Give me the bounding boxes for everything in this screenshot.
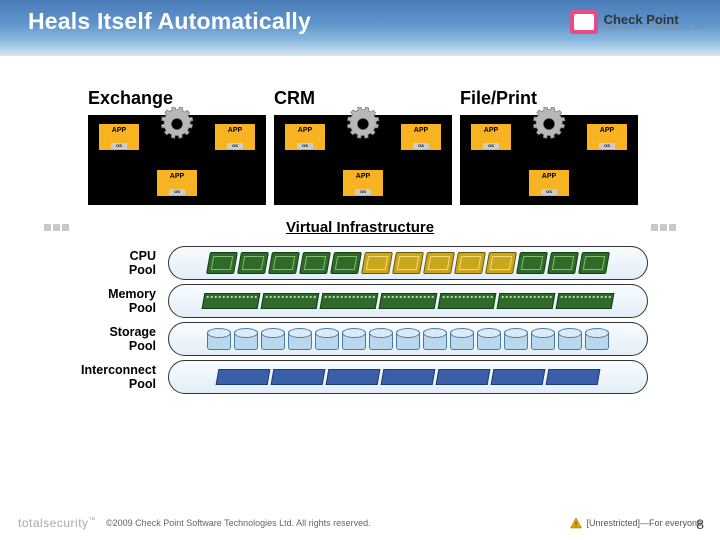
os-label: OS <box>355 189 371 195</box>
app-box: APP OS <box>214 123 256 151</box>
pool-label: Storage <box>109 325 156 339</box>
vm-group-crm: APP OS APP OS APP OS <box>274 115 452 205</box>
logo-text: Check Point <box>604 13 706 26</box>
vendor-logo: Check Point SOFTWARE TECHNOLOGIES LTD. <box>570 10 706 34</box>
os-label: OS <box>227 143 243 149</box>
app-label: APP <box>484 127 498 134</box>
app-box: APP OS <box>284 123 326 151</box>
app-label: APP <box>414 127 428 134</box>
logo-subtext: SOFTWARE TECHNOLOGIES LTD. <box>604 26 706 32</box>
pool-label: Pool <box>129 263 156 277</box>
footer-classification: [Unrestricted]—For everyone <box>570 517 702 529</box>
interconnect-pool-box <box>168 360 648 394</box>
dots-icon <box>651 224 676 231</box>
app-label: APP <box>298 127 312 134</box>
storage-pool-box <box>168 322 648 356</box>
cpu-pool-box <box>168 246 648 280</box>
pool-label: Pool <box>129 377 156 391</box>
diagram-stage: Exchange CRM File/Print APP OS APP OS APP O… <box>0 56 720 394</box>
os-label: OS <box>111 143 127 149</box>
gear-icon <box>160 107 194 141</box>
pool-row-interconnect: InterconnectPool <box>20 360 700 394</box>
footer-copyright: ©2009 Check Point Software Technologies … <box>106 518 570 528</box>
app-box: APP OS <box>586 123 628 151</box>
logo-badge-icon <box>570 10 598 34</box>
app-label: APP <box>542 173 556 180</box>
footer-brand: totalsecurity™ <box>18 516 96 530</box>
app-box: APP OS <box>156 169 198 197</box>
slide-footer: totalsecurity™ ©2009 Check Point Softwar… <box>0 506 720 540</box>
os-label: OS <box>297 143 313 149</box>
os-label: OS <box>169 189 185 195</box>
page-number: 8 <box>696 516 704 532</box>
pool-label: Pool <box>129 339 156 353</box>
pool-row-memory: MemoryPool <box>20 284 700 318</box>
group-label-fileprint: File/Print <box>460 88 646 109</box>
memory-pool-box <box>168 284 648 318</box>
app-label: APP <box>170 173 184 180</box>
pool-label: Interconnect <box>81 363 156 377</box>
os-label: OS <box>413 143 429 149</box>
gear-icon <box>346 107 380 141</box>
slide-header: Heals Itself Automatically Check Point S… <box>0 0 720 56</box>
virtual-infra-label: Virtual Infrastructure <box>69 219 651 236</box>
pool-label: Pool <box>129 301 156 315</box>
os-label: OS <box>541 189 557 195</box>
pool-row-cpu: CPUPool <box>20 246 700 280</box>
app-box: APP OS <box>470 123 512 151</box>
vm-group-exchange: APP OS APP OS APP OS <box>88 115 266 205</box>
pool-label: CPU <box>130 249 156 263</box>
app-label: APP <box>356 173 370 180</box>
app-box: APP OS <box>400 123 442 151</box>
dots-icon <box>44 224 69 231</box>
app-label: APP <box>600 127 614 134</box>
app-label: APP <box>112 127 126 134</box>
app-label: APP <box>228 127 242 134</box>
os-label: OS <box>483 143 499 149</box>
app-box: APP OS <box>342 169 384 197</box>
group-label-crm: CRM <box>274 88 460 109</box>
pool-row-storage: StoragePool <box>20 322 700 356</box>
gear-icon <box>532 107 566 141</box>
warning-icon <box>570 517 582 529</box>
os-label: OS <box>599 143 615 149</box>
app-box: APP OS <box>98 123 140 151</box>
group-label-exchange: Exchange <box>88 88 274 109</box>
pool-label: Memory <box>108 287 156 301</box>
app-box: APP OS <box>528 169 570 197</box>
vm-group-fileprint: APP OS APP OS APP OS <box>460 115 638 205</box>
